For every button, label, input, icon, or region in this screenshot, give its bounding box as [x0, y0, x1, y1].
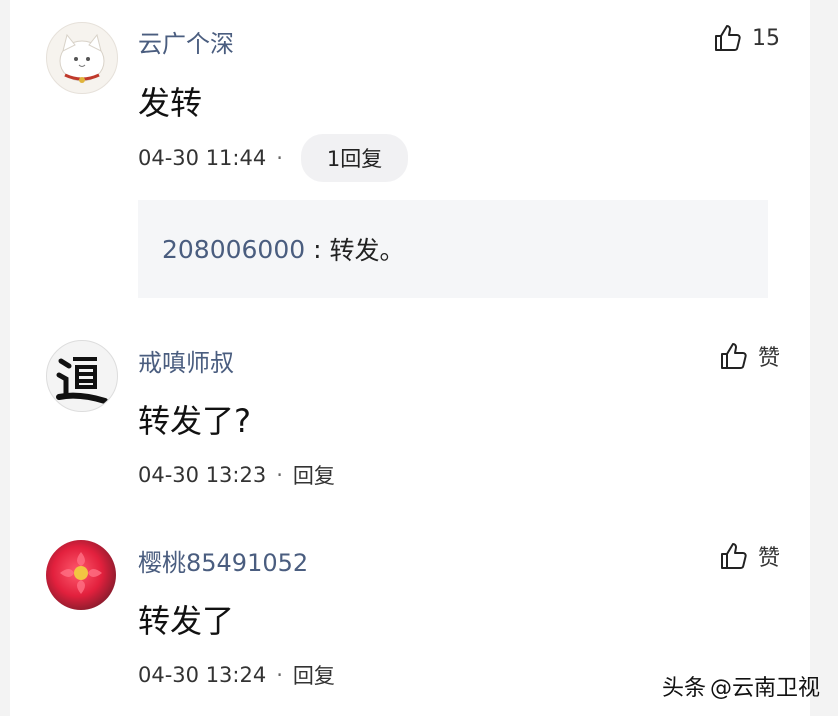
like-label: 赞	[757, 346, 780, 371]
watermark-prefix: 头条	[661, 676, 706, 701]
thumbs-up-icon	[720, 343, 747, 369]
like-count: 15	[752, 25, 780, 51]
reply-button[interactable]: 回复	[293, 460, 335, 490]
reply-count-button[interactable]: 1回复	[300, 134, 409, 182]
reply-colon: :	[305, 234, 330, 264]
like-button[interactable]: 15	[712, 22, 780, 54]
reply-button[interactable]: 回复	[293, 660, 335, 690]
calligraphy-dao-avatar-icon[interactable]	[46, 340, 118, 412]
comment-time: 04-30 11:44	[138, 146, 267, 170]
comment-panel: 云广个深 15 发转 04-30 11:44 · 1回复 208006000 :…	[10, 0, 810, 716]
comment-time: 04-30 13:23	[138, 463, 267, 487]
flower-icon	[60, 552, 102, 594]
comment-time: 04-30 13:24	[138, 663, 267, 687]
comment-username[interactable]: 樱桃85491052	[138, 543, 308, 578]
thumbs-up-icon	[715, 25, 741, 51]
cat-face-icon	[59, 33, 105, 83]
comment-username[interactable]: 戒嗔师叔	[138, 343, 234, 378]
comment-text: 转发了	[138, 602, 235, 640]
comment-meta: 04-30 13:23 · 回复	[138, 460, 335, 490]
flower-avatar-icon[interactable]	[46, 540, 116, 610]
comment-text: 发转	[138, 84, 203, 122]
meta-separator: ·	[276, 463, 283, 487]
thumbs-up-icon	[720, 543, 747, 569]
meta-separator: ·	[276, 146, 283, 170]
comment-meta: 04-30 13:24 · 回复	[138, 660, 335, 690]
meta-separator: ·	[276, 663, 283, 687]
like-label: 赞	[757, 546, 780, 571]
watermark-handle: @云南卫视	[709, 676, 820, 701]
comment-username[interactable]: 云广个深	[138, 24, 234, 59]
watermark: 头条 @云南卫视	[662, 670, 820, 702]
reply-preview[interactable]: 208006000 : 转发。	[138, 200, 768, 298]
comment-text: 转发了?	[138, 402, 251, 440]
reply-text: 转发。	[329, 236, 405, 265]
like-button[interactable]: 赞	[718, 540, 780, 572]
reply-username[interactable]: 208006000	[162, 235, 305, 264]
calligraphy-icon	[56, 357, 108, 404]
like-button[interactable]: 赞	[718, 340, 780, 372]
cat-avatar-icon[interactable]	[46, 22, 118, 94]
comment-meta: 04-30 11:44 · 1回复	[138, 134, 409, 182]
